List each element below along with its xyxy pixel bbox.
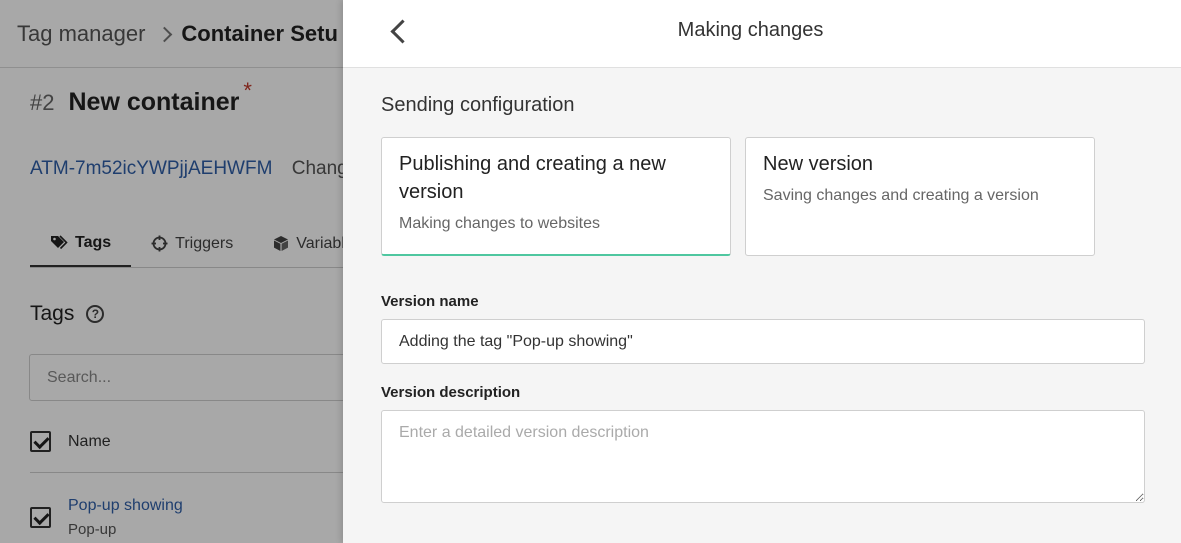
- version-description-label: Version description: [381, 384, 521, 401]
- version-name-label: Version name: [381, 293, 479, 310]
- version-name-input[interactable]: [381, 319, 1145, 364]
- option-title: New version: [763, 153, 874, 175]
- making-changes-drawer: Making changes Sending configuration Pub…: [343, 0, 1181, 543]
- option-title: Publishing and creating a new version: [399, 153, 666, 203]
- page: Tag manager Container Setu #2 New contai…: [0, 0, 1181, 543]
- drawer-header: Making changes: [343, 0, 1181, 68]
- option-new-version[interactable]: New version Saving changes and creating …: [745, 137, 1095, 256]
- option-publish-and-create-version[interactable]: Publishing and creating a new version Ma…: [381, 137, 731, 256]
- version-description-textarea[interactable]: [381, 410, 1145, 503]
- section-title: Sending configuration: [381, 94, 575, 116]
- drawer-title: Making changes: [677, 19, 824, 41]
- option-description: Saving changes and creating a version: [763, 187, 1039, 204]
- option-description: Making changes to websites: [399, 215, 600, 232]
